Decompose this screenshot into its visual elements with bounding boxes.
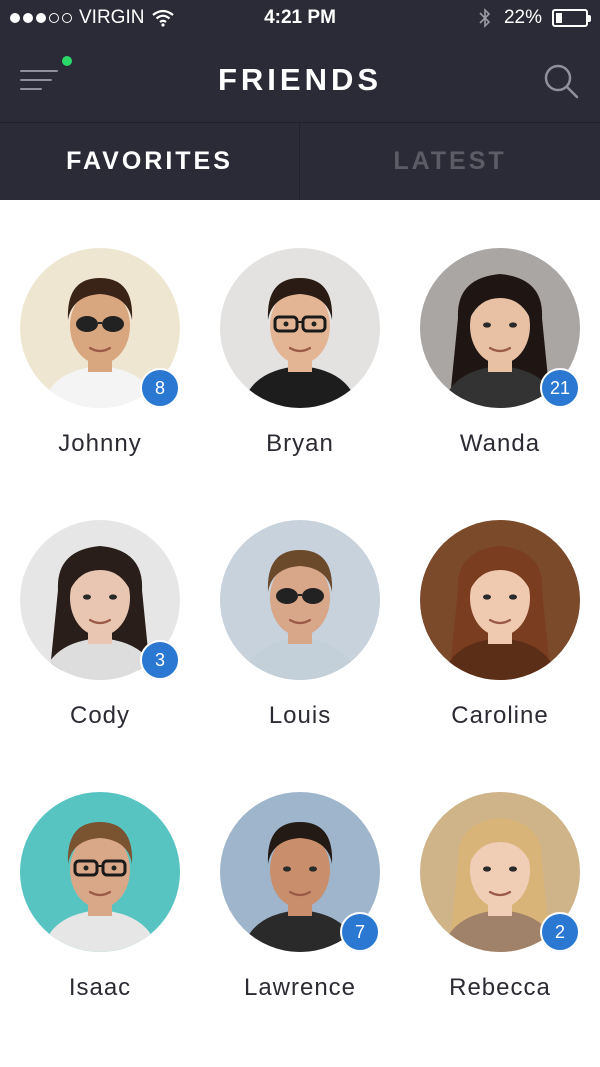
unread-count-badge: 21 — [540, 368, 580, 408]
top-bar: VIRGIN 4:21 PM 22% FRIENDS FAVORITES LAT… — [0, 0, 600, 200]
friend-card[interactable]: Bryan — [200, 246, 400, 496]
friend-name[interactable]: Wanda — [400, 430, 600, 458]
friend-name[interactable]: Cody — [0, 702, 200, 730]
friend-avatar[interactable]: 8 — [20, 248, 180, 408]
status-right: 22% — [478, 7, 591, 29]
unread-count-badge: 7 — [340, 912, 380, 952]
friend-card[interactable]: 8 Johnny — [0, 246, 200, 496]
unread-count-badge: 2 — [540, 912, 580, 952]
avatar-image — [420, 520, 580, 680]
battery-percentage: 22% — [503, 7, 542, 28]
friend-card[interactable]: 3 Cody — [0, 518, 200, 768]
friend-name[interactable]: Rebecca — [400, 974, 600, 1002]
friend-avatar[interactable] — [420, 520, 580, 680]
page-title: FRIENDS — [217, 62, 383, 97]
friend-avatar[interactable]: 7 — [220, 792, 380, 952]
friend-card[interactable]: Isaac — [0, 790, 200, 1040]
signal-dot — [23, 13, 33, 23]
friend-avatar[interactable]: 2 — [420, 792, 580, 952]
notification-dot — [62, 56, 72, 66]
status-left: VIRGIN — [10, 7, 175, 29]
nav-bar: FRIENDS — [0, 36, 600, 122]
friend-avatar[interactable] — [20, 792, 180, 952]
friend-avatar[interactable] — [220, 520, 380, 680]
battery-fill — [556, 13, 562, 23]
tab-latest[interactable]: LATEST — [300, 123, 600, 200]
bluetooth-icon — [479, 8, 491, 28]
friend-name[interactable]: Caroline — [400, 702, 600, 730]
friend-card[interactable]: Louis — [200, 518, 400, 768]
friend-avatar[interactable] — [220, 248, 380, 408]
avatar-image — [20, 792, 180, 952]
friend-name[interactable]: Johnny — [0, 430, 200, 458]
status-bar: VIRGIN 4:21 PM 22% — [0, 0, 600, 36]
search-icon — [544, 64, 579, 99]
unread-count-badge: 8 — [140, 368, 180, 408]
avatar-image — [220, 248, 380, 408]
search-button[interactable] — [542, 62, 582, 102]
friend-name[interactable]: Louis — [200, 702, 400, 730]
signal-dot — [36, 13, 46, 23]
friend-card[interactable]: Caroline — [400, 518, 600, 768]
carrier-label: VIRGIN — [79, 7, 145, 28]
friend-name[interactable]: Isaac — [0, 974, 200, 1002]
tab-bar: FAVORITES LATEST — [0, 122, 600, 200]
tab-favorites[interactable]: FAVORITES — [0, 123, 300, 200]
signal-dot — [62, 13, 72, 23]
friend-avatar[interactable]: 3 — [20, 520, 180, 680]
menu-button[interactable] — [18, 56, 72, 98]
signal-dot — [49, 13, 59, 23]
unread-count-badge: 3 — [140, 640, 180, 680]
friend-name[interactable]: Lawrence — [200, 974, 400, 1002]
friend-card[interactable]: 2 Rebecca — [400, 790, 600, 1040]
wifi-icon — [152, 9, 175, 27]
avatar-image — [220, 520, 380, 680]
friend-name[interactable]: Bryan — [200, 430, 400, 458]
signal-strength-icon — [10, 13, 72, 23]
battery-icon — [552, 9, 591, 27]
friend-card[interactable]: 21 Wanda — [400, 246, 600, 496]
menu-line — [20, 70, 58, 72]
signal-dot — [10, 13, 20, 23]
menu-line — [20, 79, 52, 81]
friend-card[interactable]: 7 Lawrence — [200, 790, 400, 1040]
menu-line — [20, 88, 42, 90]
friend-avatar[interactable]: 21 — [420, 248, 580, 408]
